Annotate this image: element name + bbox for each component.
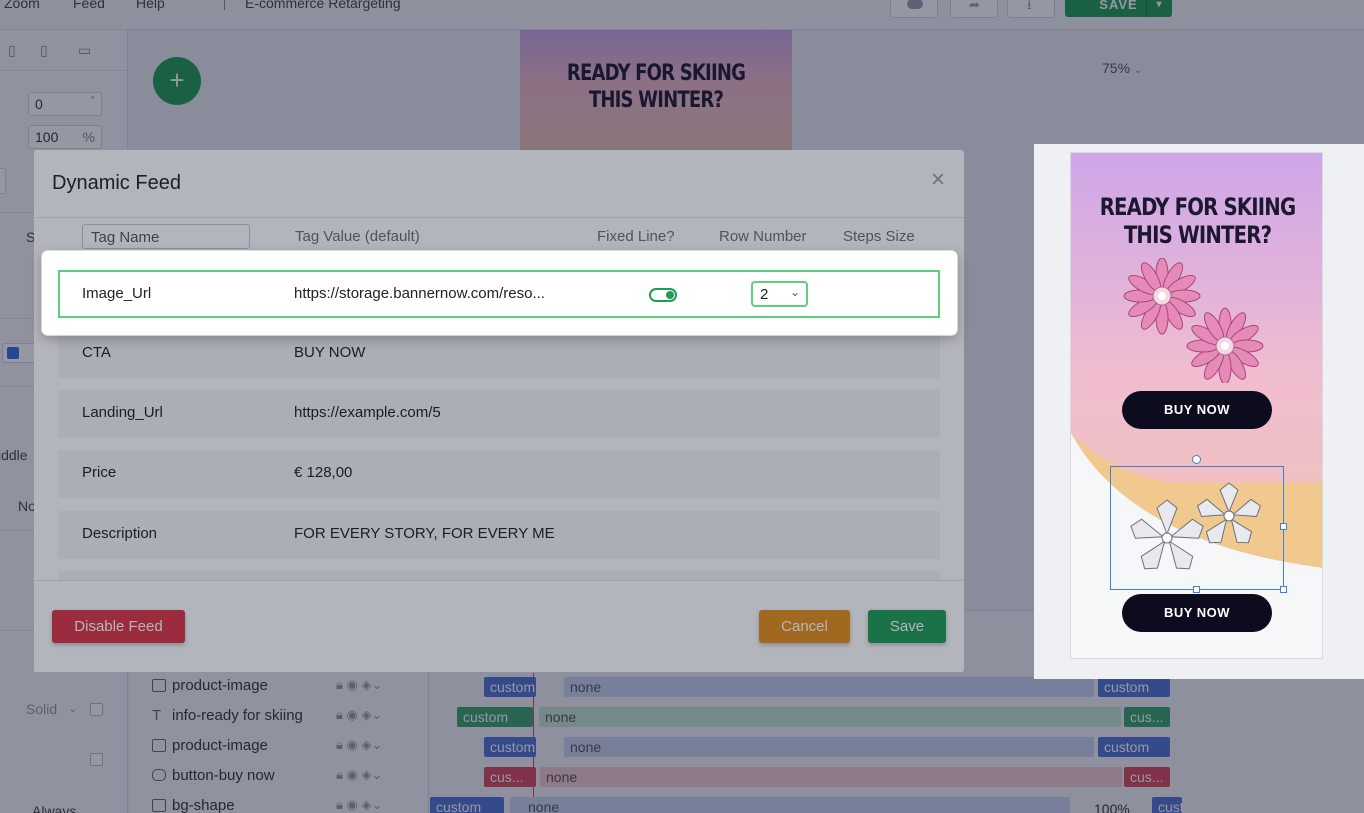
- cancel-button[interactable]: Cancel: [759, 610, 850, 643]
- tag-value-cell: BUY NOW: [294, 344, 366, 361]
- fixed-line-header: Fixed Line?: [597, 228, 675, 245]
- feed-row-price[interactable]: Price € 128,00: [58, 450, 940, 498]
- buy-now-button[interactable]: BUY NOW: [1122, 594, 1272, 632]
- preview-banner[interactable]: READY FOR SKIING THIS WINTER? BUY NOW BU…: [1070, 152, 1323, 659]
- rotate-handle[interactable]: [1192, 455, 1201, 464]
- feed-row-cta[interactable]: CTA BUY NOW: [58, 330, 940, 378]
- selection-box[interactable]: [1110, 466, 1284, 590]
- tag-value-header: Tag Value (default): [295, 228, 420, 245]
- disable-feed-button[interactable]: Disable Feed: [52, 610, 185, 643]
- feed-row-description[interactable]: Description FOR EVERY STORY, FOR EVERY M…: [58, 511, 940, 559]
- toggle-knob: [666, 291, 674, 299]
- buy-now-label: BUY NOW: [1163, 402, 1231, 417]
- row-number-header: Row Number: [719, 228, 807, 245]
- close-icon[interactable]: ×: [927, 166, 949, 193]
- tag-name-cell: Landing_Url: [82, 404, 163, 421]
- tag-name-cell: Price: [82, 464, 117, 481]
- tag-value-cell: https://example.com/5: [294, 404, 441, 421]
- modal-footer: Disable Feed Cancel Save: [34, 581, 964, 672]
- resize-handle[interactable]: [1280, 586, 1287, 593]
- preview-title-line1: READY FOR SKIING: [1099, 193, 1296, 221]
- buy-now-button[interactable]: BUY NOW: [1122, 391, 1272, 429]
- tag-name-header[interactable]: Tag Name: [82, 224, 250, 249]
- tag-value-cell: https://storage.bannernow.com/reso...: [294, 285, 545, 302]
- chevron-down-icon: ⌄: [789, 285, 800, 299]
- modal-title: Dynamic Feed: [52, 172, 181, 194]
- tag-value-cell: FOR EVERY STORY, FOR EVERY ME: [294, 525, 555, 542]
- preview-title-line2: THIS WINTER?: [1123, 221, 1272, 249]
- row-number-value: 2: [760, 286, 769, 303]
- flower-earrings-pink-image: [1123, 258, 1264, 383]
- save-button[interactable]: Save: [868, 610, 946, 643]
- tag-name-cell: Image_Url: [82, 285, 152, 302]
- fixed-line-toggle[interactable]: [649, 288, 677, 302]
- feed-row-landing-url[interactable]: Landing_Url https://example.com/5: [58, 390, 940, 438]
- dynamic-feed-modal: Dynamic Feed × Tag Name Tag Value (defau…: [34, 150, 964, 672]
- tag-name-cell: Description: [82, 525, 158, 542]
- tag-value-cell: € 128,00: [294, 464, 353, 481]
- steps-size-header: Steps Size: [843, 228, 915, 245]
- row-number-select[interactable]: 2 ⌄: [751, 281, 808, 307]
- resize-handle[interactable]: [1280, 523, 1287, 530]
- preview-title: READY FOR SKIING THIS WINTER?: [1094, 193, 1301, 249]
- tag-name-cell: CTA: [82, 344, 111, 361]
- buy-now-label: BUY NOW: [1163, 605, 1231, 620]
- modal-divider: [34, 217, 964, 218]
- resize-handle[interactable]: [1193, 586, 1200, 593]
